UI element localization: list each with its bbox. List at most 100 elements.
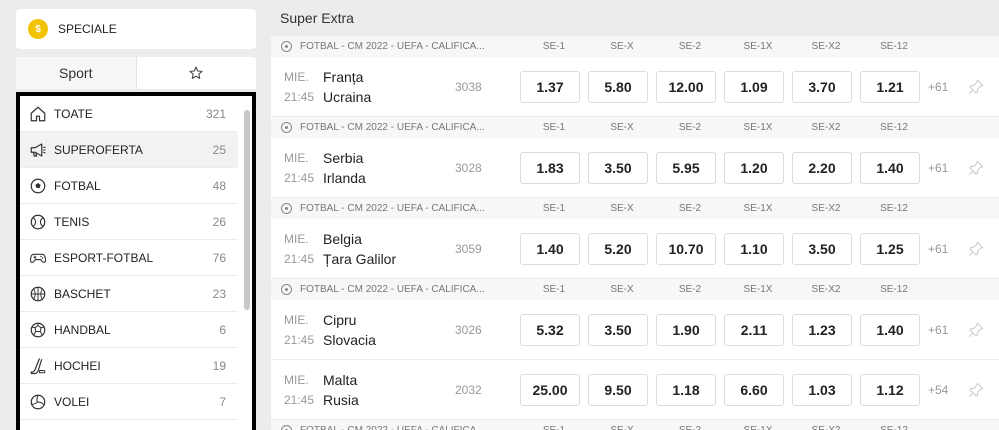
more-markets-link[interactable]: +61 bbox=[928, 323, 964, 337]
odd-button[interactable]: 3.50 bbox=[792, 232, 852, 265]
league-label: FOTBAL - CM 2022 - UEFA - CALIFICA... bbox=[300, 425, 485, 430]
market-header: SE-X bbox=[610, 284, 634, 295]
odd-button[interactable]: 1.37 bbox=[520, 70, 580, 103]
pin-icon[interactable] bbox=[964, 159, 988, 177]
odd-button[interactable]: 1.09 bbox=[724, 70, 784, 103]
sidebar-item-count: 48 bbox=[212, 178, 226, 193]
odd-button[interactable]: 1.03 bbox=[792, 373, 852, 406]
soccer-ball-icon bbox=[281, 203, 292, 214]
market-header: SE-1X bbox=[743, 41, 773, 52]
pin-icon[interactable] bbox=[964, 381, 988, 399]
pin-icon[interactable] bbox=[964, 240, 988, 258]
hockey-stick-icon bbox=[28, 356, 48, 376]
odd-button[interactable]: 1.21 bbox=[860, 70, 920, 103]
soccer-ball-icon bbox=[281, 41, 292, 52]
odd-button[interactable]: 5.95 bbox=[656, 151, 716, 184]
event-row[interactable]: MIE. 21:45 Malta Rusia 2032 25.00 9.50 1.18 6.60… bbox=[271, 360, 999, 420]
odd-button[interactable]: 2.20 bbox=[792, 151, 852, 184]
sidebar-item-superoferta[interactable]: SUPEROFERTA 25 bbox=[20, 132, 238, 168]
odd-button[interactable]: 5.32 bbox=[520, 313, 580, 346]
market-header: SE-1 bbox=[542, 41, 566, 52]
league-name: FOTBAL - CM 2022 - UEFA - CALIFICA... bbox=[271, 122, 520, 133]
event-row[interactable]: MIE. 21:45 Cipru Slovacia 3026 5.32 3.50 1.90 2.… bbox=[271, 300, 999, 360]
more-markets-link[interactable]: +61 bbox=[928, 80, 964, 94]
odd-button[interactable]: 9.50 bbox=[588, 373, 648, 406]
odd-button[interactable]: 3.50 bbox=[588, 151, 648, 184]
sidebar-item-hochei[interactable]: HOCHEI 19 bbox=[20, 348, 238, 384]
odd-button[interactable]: 25.00 bbox=[520, 373, 580, 406]
market-header: SE-1 bbox=[542, 203, 566, 214]
market-header: SE-X2 bbox=[811, 284, 841, 295]
more-markets-link[interactable]: +61 bbox=[928, 242, 964, 256]
odd-button[interactable]: 6.60 bbox=[724, 373, 784, 406]
event-teams[interactable]: Malta Rusia bbox=[323, 370, 455, 410]
sidebar-item-count: 7 bbox=[219, 394, 226, 409]
home-icon bbox=[28, 104, 48, 124]
odd-button[interactable]: 1.40 bbox=[860, 313, 920, 346]
sidebar-item-count: 76 bbox=[212, 250, 226, 265]
league-name: FOTBAL - CM 2022 - UEFA - CALIFICA... bbox=[271, 284, 520, 295]
odd-button[interactable]: 1.18 bbox=[656, 373, 716, 406]
sidebar-item-fotbal[interactable]: FOTBAL 48 bbox=[20, 168, 238, 204]
market-header: SE-X2 bbox=[811, 41, 841, 52]
sport-list-scrollbar[interactable] bbox=[244, 110, 250, 310]
sidebar-item-baschet[interactable]: BASCHET 23 bbox=[20, 276, 238, 312]
league-label: FOTBAL - CM 2022 - UEFA - CALIFICA... bbox=[300, 41, 485, 52]
market-header: SE-X bbox=[588, 425, 656, 430]
sidebar-item-handbal[interactable]: HANDBAL 6 bbox=[20, 312, 238, 348]
event-teams[interactable]: Belgia Țara Galilor bbox=[323, 229, 455, 269]
event-teams[interactable]: Cipru Slovacia bbox=[323, 310, 455, 350]
odd-button[interactable]: 5.80 bbox=[588, 70, 648, 103]
sidebar-item-tenis[interactable]: TENIS 26 bbox=[20, 204, 238, 240]
event-row[interactable]: MIE. 21:45 Franța Ucraina 3038 1.37 5.80 12.00 1… bbox=[271, 57, 999, 117]
market-header: SE-12 bbox=[880, 122, 908, 133]
event-code: 3028 bbox=[455, 160, 482, 175]
odd-button[interactable]: 1.25 bbox=[860, 232, 920, 265]
sidebar-item-count: 321 bbox=[205, 106, 226, 121]
home-team: Franța bbox=[323, 68, 364, 85]
odd-button[interactable]: 1.10 bbox=[724, 232, 784, 265]
league-label: FOTBAL - CM 2022 - UEFA - CALIFICA... bbox=[300, 203, 485, 214]
odd-button[interactable]: 2.11 bbox=[724, 313, 784, 346]
coin-icon: $ bbox=[28, 19, 48, 39]
more-markets-link[interactable]: +61 bbox=[928, 161, 964, 175]
odd-button[interactable]: 3.70 bbox=[792, 70, 852, 103]
sidebar-item-count: 26 bbox=[212, 214, 226, 229]
tab-favorites[interactable] bbox=[137, 57, 257, 89]
pin-icon[interactable] bbox=[964, 321, 988, 339]
away-team: Irlanda bbox=[323, 169, 366, 186]
market-header: SE-12 bbox=[880, 41, 908, 52]
market-header: SE-12 bbox=[880, 203, 908, 214]
odd-button[interactable]: 1.90 bbox=[656, 313, 716, 346]
odd-button[interactable]: 1.83 bbox=[520, 151, 580, 184]
market-header: SE-1X bbox=[743, 284, 773, 295]
odd-button[interactable]: 10.70 bbox=[656, 232, 716, 265]
tab-sport-label: Sport bbox=[59, 65, 93, 81]
sidebar-item-toate[interactable]: TOATE 321 bbox=[20, 96, 238, 132]
sidebar-item-count: 19 bbox=[212, 358, 226, 373]
event-time: MIE. 21:45 bbox=[284, 231, 315, 266]
speciale-button[interactable]: $ SPECIALE bbox=[16, 9, 256, 49]
odd-button[interactable]: 1.12 bbox=[860, 373, 920, 406]
odd-button[interactable]: 1.40 bbox=[520, 232, 580, 265]
event-row[interactable]: MIE. 21:45 Serbia Irlanda 3028 1.83 3.50 5.95 1.… bbox=[271, 138, 999, 198]
odd-button[interactable]: 1.40 bbox=[860, 151, 920, 184]
sidebar-item-esport-fotbal[interactable]: ESPORT-FOTBAL 76 bbox=[20, 240, 238, 276]
event-teams[interactable]: Franța Ucraina bbox=[323, 67, 455, 107]
sidebar-item-volei[interactable]: VOLEI 7 bbox=[20, 384, 238, 420]
odd-button[interactable]: 12.00 bbox=[656, 70, 716, 103]
odd-button[interactable]: 5.20 bbox=[588, 232, 648, 265]
event-code: 2032 bbox=[455, 382, 482, 397]
market-header: SE-1X bbox=[743, 122, 773, 133]
event-row[interactable]: MIE. 21:45 Belgia Țara Galilor 3059 1.40 5.20 1… bbox=[271, 219, 999, 279]
more-markets-link[interactable]: +54 bbox=[928, 383, 964, 397]
tab-sport[interactable]: Sport bbox=[16, 57, 137, 89]
event-teams[interactable]: Serbia Irlanda bbox=[323, 148, 455, 188]
odd-button[interactable]: 3.50 bbox=[588, 313, 648, 346]
home-team: Malta bbox=[323, 371, 358, 388]
soccer-ball-icon bbox=[281, 122, 292, 133]
pin-icon[interactable] bbox=[964, 78, 988, 96]
away-team: Țara Galilor bbox=[323, 250, 397, 267]
odd-button[interactable]: 1.20 bbox=[724, 151, 784, 184]
odd-button[interactable]: 1.23 bbox=[792, 313, 852, 346]
